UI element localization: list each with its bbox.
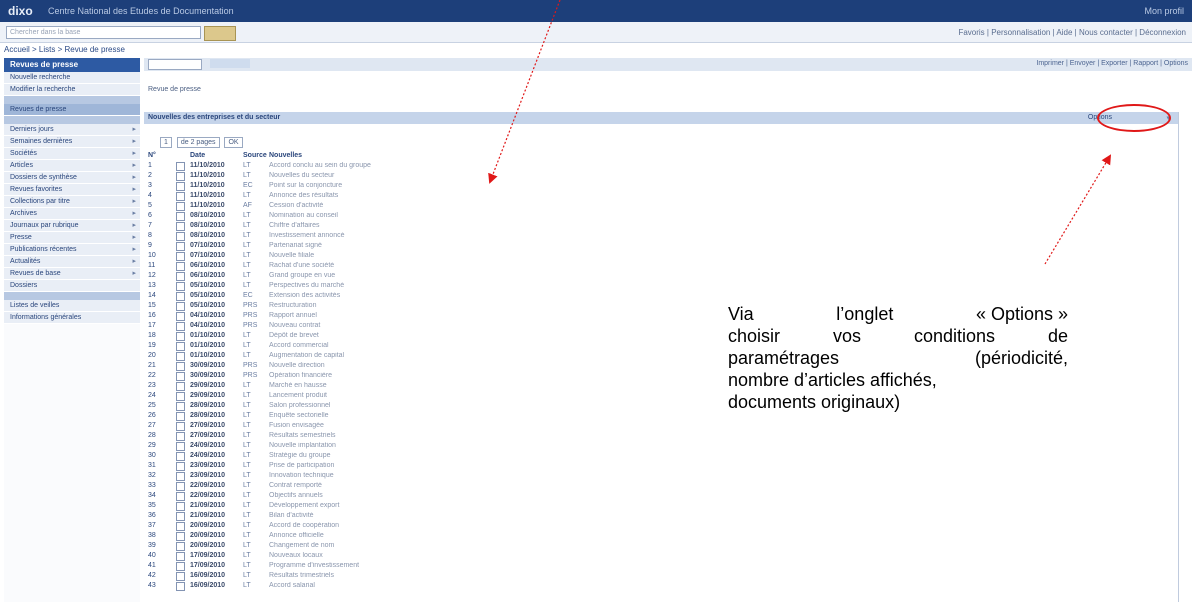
arrow-to-list — [488, 0, 561, 184]
callout-word: conditions — [913, 326, 995, 346]
callout-word: paramétrages — [728, 348, 840, 368]
callout-word: choisir — [728, 326, 781, 346]
arrow-to-options — [1044, 154, 1112, 265]
callout-line-1: Via l’onglet « Options » — [728, 303, 1068, 325]
callout-word: Via — [728, 304, 754, 324]
callout-word: vos — [832, 326, 861, 346]
callout-word: « Options » — [975, 304, 1068, 324]
annotation-arrows — [488, 0, 1112, 265]
callout-line-5: documents originaux) — [728, 392, 901, 412]
callout-word: de — [1047, 326, 1068, 346]
callout-word: (périodicité, — [974, 348, 1068, 368]
callout-word: l’onglet — [836, 304, 894, 324]
callout-line-2: choisir vos conditions de — [728, 325, 1068, 347]
callout-line-4: nombre d’articles affichés, — [728, 370, 937, 390]
instruction-callout: Via l’onglet « Options » choisir vos conditi… — [728, 303, 1068, 413]
callout-line-3: paramétrages (périodicité, — [728, 347, 1068, 369]
